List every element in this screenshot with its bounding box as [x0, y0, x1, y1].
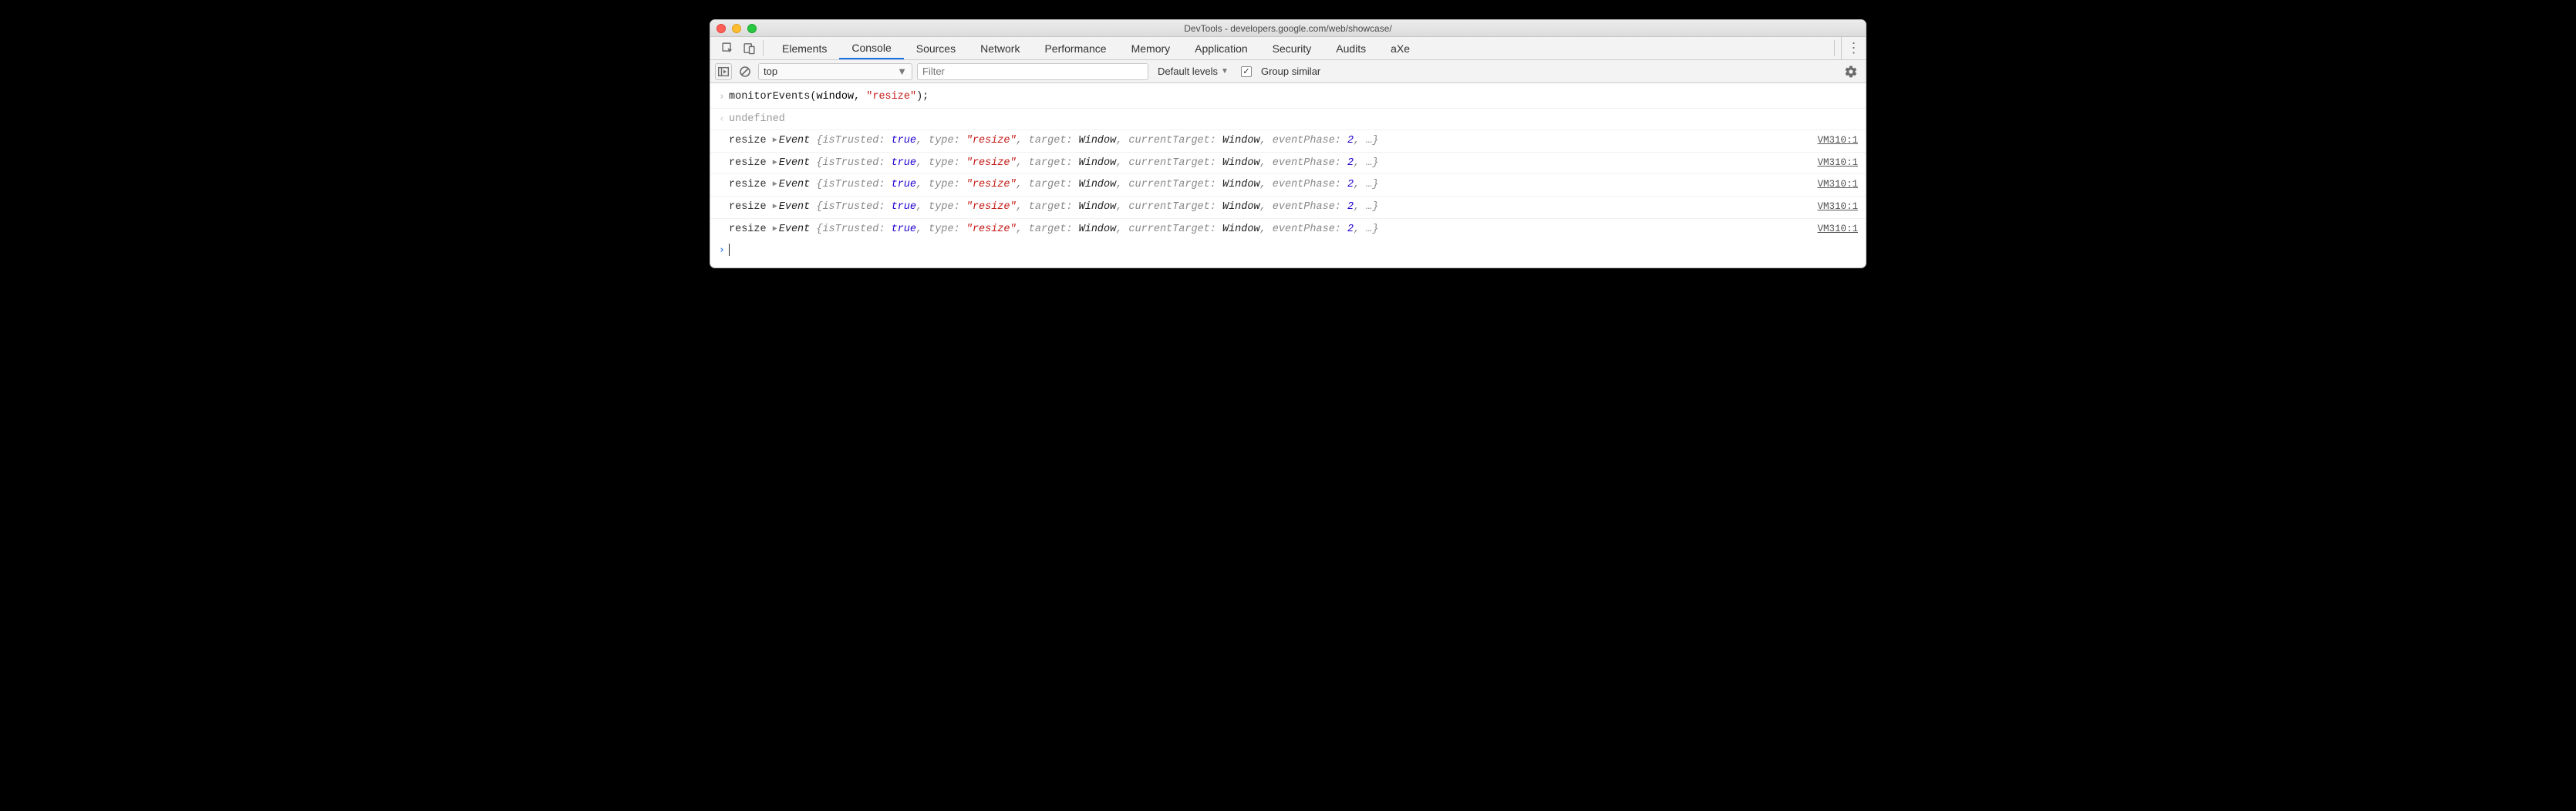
console-command[interactable]: monitorEvents(window, "resize"); [729, 89, 1858, 106]
tabs-separator [763, 40, 764, 56]
log-message[interactable]: resize ▶Event {isTrusted: true, type: "r… [729, 155, 1809, 172]
console-log-row: resize ▶Event {isTrusted: true, type: "r… [710, 174, 1866, 197]
source-link[interactable]: VM310:1 [1817, 155, 1858, 170]
console-return-row: ‹ undefined [710, 109, 1866, 131]
toggle-sidebar-button[interactable] [715, 63, 732, 80]
return-value: undefined [729, 111, 1858, 128]
source-link[interactable]: VM310:1 [1817, 177, 1858, 192]
console-prompt[interactable] [729, 242, 1858, 259]
chevron-down-icon: ▼ [897, 66, 907, 77]
output-marker-icon: ‹ [715, 111, 729, 128]
execution-context-selector[interactable]: top ▼ [758, 63, 912, 80]
tabs-separator-right [1834, 40, 1835, 56]
console-output: › monitorEvents(window, "resize"); ‹ und… [710, 83, 1866, 268]
console-log-row: resize ▶Event {isTrusted: true, type: "r… [710, 153, 1866, 175]
console-toolbar: top ▼ Default levels ▼ ✓ Group similar [710, 60, 1866, 83]
filter-input[interactable] [922, 66, 1143, 77]
tab-performance[interactable]: Performance [1032, 37, 1118, 59]
chevron-down-icon: ▼ [1221, 67, 1229, 76]
source-link[interactable]: VM310:1 [1817, 199, 1858, 214]
expand-object-icon[interactable]: ▶ [773, 224, 777, 236]
console-log-row: resize ▶Event {isTrusted: true, type: "r… [710, 219, 1866, 241]
console-log-row: resize ▶Event {isTrusted: true, type: "r… [710, 197, 1866, 219]
tab-axe[interactable]: aXe [1378, 37, 1422, 59]
source-link[interactable]: VM310:1 [1817, 221, 1858, 237]
log-levels-selector[interactable]: Default levels ▼ [1153, 66, 1229, 77]
log-message[interactable]: resize ▶Event {isTrusted: true, type: "r… [729, 133, 1809, 150]
tab-elements[interactable]: Elements [770, 37, 839, 59]
expand-object-icon[interactable]: ▶ [773, 135, 777, 147]
context-label: top [764, 66, 777, 77]
cmd-arg1: window [816, 91, 854, 103]
inspect-element-icon[interactable] [716, 37, 738, 59]
tab-sources[interactable]: Sources [904, 37, 968, 59]
main-tabs: ElementsConsoleSourcesNetworkPerformance… [710, 37, 1866, 60]
devtools-window: DevTools - developers.google.com/web/sho… [710, 19, 1866, 268]
filter-input-wrap[interactable] [917, 63, 1148, 80]
cmd-arg2: "resize" [866, 91, 916, 103]
source-link[interactable]: VM310:1 [1817, 133, 1858, 148]
expand-object-icon[interactable]: ▶ [773, 201, 777, 214]
log-message[interactable]: resize ▶Event {isTrusted: true, type: "r… [729, 177, 1809, 193]
levels-label: Default levels [1158, 66, 1218, 77]
tab-audits[interactable]: Audits [1323, 37, 1378, 59]
console-settings-button[interactable] [1844, 65, 1858, 79]
tab-application[interactable]: Application [1182, 37, 1260, 59]
device-toolbar-icon[interactable] [738, 37, 760, 59]
console-log-row: resize ▶Event {isTrusted: true, type: "r… [710, 130, 1866, 153]
log-message[interactable]: resize ▶Event {isTrusted: true, type: "r… [729, 199, 1809, 216]
expand-object-icon[interactable]: ▶ [773, 157, 777, 170]
tab-console[interactable]: Console [839, 37, 903, 59]
console-input-row: › monitorEvents(window, "resize"); [710, 86, 1866, 109]
tab-network[interactable]: Network [968, 37, 1032, 59]
fn-name: monitorEvents [729, 91, 810, 103]
clear-console-button[interactable] [737, 63, 754, 80]
titlebar: DevTools - developers.google.com/web/sho… [710, 20, 1866, 37]
tab-memory[interactable]: Memory [1119, 37, 1183, 59]
group-similar-checkbox[interactable]: ✓ [1241, 66, 1252, 77]
console-prompt-row[interactable]: › [710, 240, 1866, 261]
tab-security[interactable]: Security [1260, 37, 1324, 59]
log-message[interactable]: resize ▶Event {isTrusted: true, type: "r… [729, 221, 1809, 238]
prompt-marker-icon: › [715, 242, 729, 259]
group-similar-label: Group similar [1261, 66, 1320, 77]
more-options-button[interactable]: ⋮ [1841, 37, 1866, 59]
window-title: DevTools - developers.google.com/web/sho… [710, 23, 1866, 34]
expand-object-icon[interactable]: ▶ [773, 179, 777, 191]
input-marker-icon: › [715, 89, 729, 106]
